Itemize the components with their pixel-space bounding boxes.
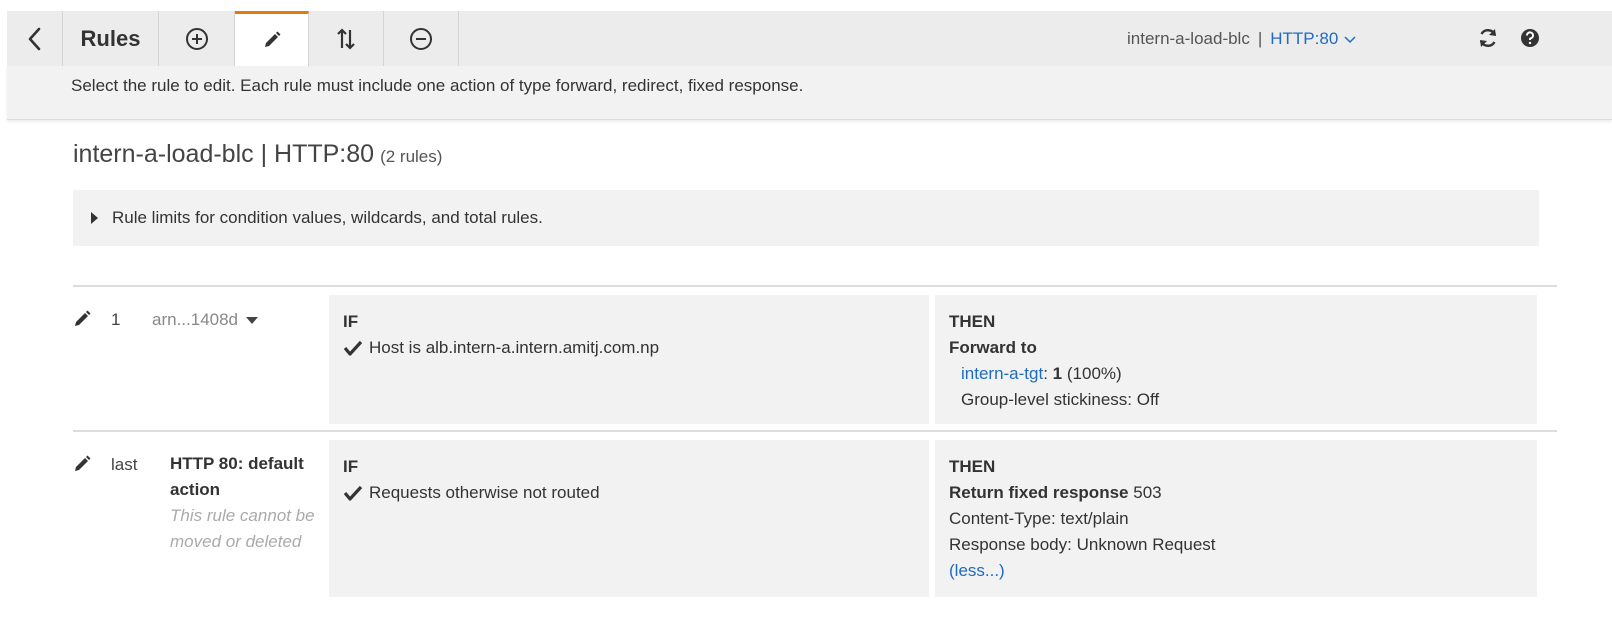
stickiness-status: Group-level stickiness: Off bbox=[961, 390, 1160, 409]
edit-icon bbox=[264, 31, 280, 47]
reorder-icon bbox=[337, 27, 355, 50]
rule-row-default: last HTTP 80: default action This rule c… bbox=[73, 443, 323, 583]
target-colon: : bbox=[1043, 364, 1048, 383]
check-icon bbox=[343, 340, 363, 356]
pencil-icon[interactable] bbox=[73, 453, 93, 473]
back-button[interactable] bbox=[7, 11, 63, 66]
divider bbox=[73, 285, 1557, 287]
lb-name: intern-a-load-blc bbox=[1127, 28, 1250, 48]
reorder-rules-button[interactable] bbox=[309, 11, 384, 66]
back-icon bbox=[28, 27, 40, 50]
rule-arn-label: arn...1408d bbox=[152, 310, 239, 329]
remove-rule-button[interactable] bbox=[384, 11, 459, 66]
rule-limits-expander[interactable]: Rule limits for condition values, wildca… bbox=[73, 190, 1539, 246]
then-label: THEN bbox=[949, 457, 996, 476]
pencil-icon[interactable] bbox=[73, 308, 93, 328]
chevron-down-icon bbox=[1344, 29, 1356, 49]
then-label: THEN bbox=[949, 312, 996, 331]
target-weight: 1 bbox=[1052, 364, 1063, 383]
content-type-line: Content-Type: text/plain bbox=[949, 506, 1523, 532]
rule-1-if-panel: IF Host is alb.intern-a.intern.amitj.com… bbox=[329, 295, 929, 424]
instruction-text: Select the rule to edit. Each rule must … bbox=[71, 76, 804, 95]
response-body-value: Unknown Request bbox=[1076, 535, 1216, 554]
condition-value: alb.intern-a.intern.amitj.com.np bbox=[425, 338, 660, 357]
action-label: Return fixed response bbox=[949, 483, 1129, 502]
rule-number: 1 bbox=[111, 310, 121, 329]
default-rule-name: HTTP 80: default action bbox=[170, 454, 304, 499]
rule-count: (2 rules) bbox=[380, 147, 443, 166]
condition: Requests otherwise not routed bbox=[343, 480, 915, 506]
rules-toolbar: Rules intern-a-load-blc | HTTP:80 bbox=[7, 11, 1612, 66]
caret-down-icon bbox=[246, 316, 259, 324]
if-label: IF bbox=[343, 457, 359, 476]
condition-text: Requests otherwise not routed bbox=[369, 483, 600, 502]
if-label: IF bbox=[343, 312, 359, 331]
rule-limits-label: Rule limits for condition values, wildca… bbox=[112, 208, 543, 227]
listener-selector[interactable]: intern-a-load-blc | HTTP:80 bbox=[1127, 11, 1356, 66]
default-rule-note: This rule cannot be moved or deleted bbox=[170, 506, 315, 551]
rule-number: last bbox=[111, 455, 138, 474]
listener-heading: intern-a-load-blc | HTTP:80 (2 rules) bbox=[73, 140, 442, 169]
selector-separator: | bbox=[1257, 28, 1263, 48]
rule-1-then-panel: THEN Forward to intern-a-tgt: 1 (100%) G… bbox=[935, 295, 1537, 424]
rule-arn-dropdown[interactable]: arn...1408d bbox=[152, 310, 259, 330]
content-type-label: Content-Type: bbox=[949, 509, 1056, 528]
target-percentage: (100%) bbox=[1066, 364, 1122, 383]
divider bbox=[73, 430, 1557, 432]
edit-rules-button[interactable] bbox=[235, 11, 309, 66]
response-body-line: Response body: Unknown Request bbox=[949, 532, 1523, 558]
target-group-line: intern-a-tgt: 1 (100%) bbox=[949, 361, 1523, 387]
instruction-bar: Select the rule to edit. Each rule must … bbox=[7, 66, 1612, 120]
rule-default-if-panel: IF Requests otherwise not routed bbox=[329, 440, 929, 597]
page-title: Rules bbox=[63, 11, 159, 66]
response-body-label: Response body: bbox=[949, 535, 1072, 554]
action-label: Forward to bbox=[949, 338, 1037, 357]
check-icon bbox=[343, 485, 363, 501]
add-rule-button[interactable] bbox=[159, 11, 235, 66]
rule-default-then-panel: THEN Return fixed response 503 Content-T… bbox=[935, 440, 1537, 597]
rule-row-1: 1 arn...1408d bbox=[73, 298, 313, 330]
listener-heading-title: intern-a-load-blc | HTTP:80 bbox=[73, 140, 375, 168]
target-group-link[interactable]: intern-a-tgt bbox=[961, 364, 1043, 383]
content-type-value: text/plain bbox=[1060, 509, 1129, 528]
condition-prefix: Host is bbox=[369, 338, 421, 357]
caret-right-icon bbox=[91, 212, 98, 224]
add-icon bbox=[185, 27, 208, 50]
help-icon bbox=[1521, 29, 1539, 47]
listener-label[interactable]: HTTP:80 bbox=[1270, 29, 1338, 49]
remove-icon bbox=[410, 27, 432, 50]
less-link[interactable]: (less...) bbox=[949, 558, 1523, 584]
help-button[interactable] bbox=[1517, 25, 1543, 51]
status-code: 503 bbox=[1133, 483, 1162, 502]
refresh-icon bbox=[1479, 29, 1497, 47]
default-rule-block: HTTP 80: default action This rule cannot… bbox=[170, 451, 320, 555]
fixed-response-line: Return fixed response 503 bbox=[949, 480, 1523, 506]
condition: Host is alb.intern-a.intern.amitj.com.np bbox=[343, 335, 915, 361]
refresh-button[interactable] bbox=[1475, 25, 1501, 51]
